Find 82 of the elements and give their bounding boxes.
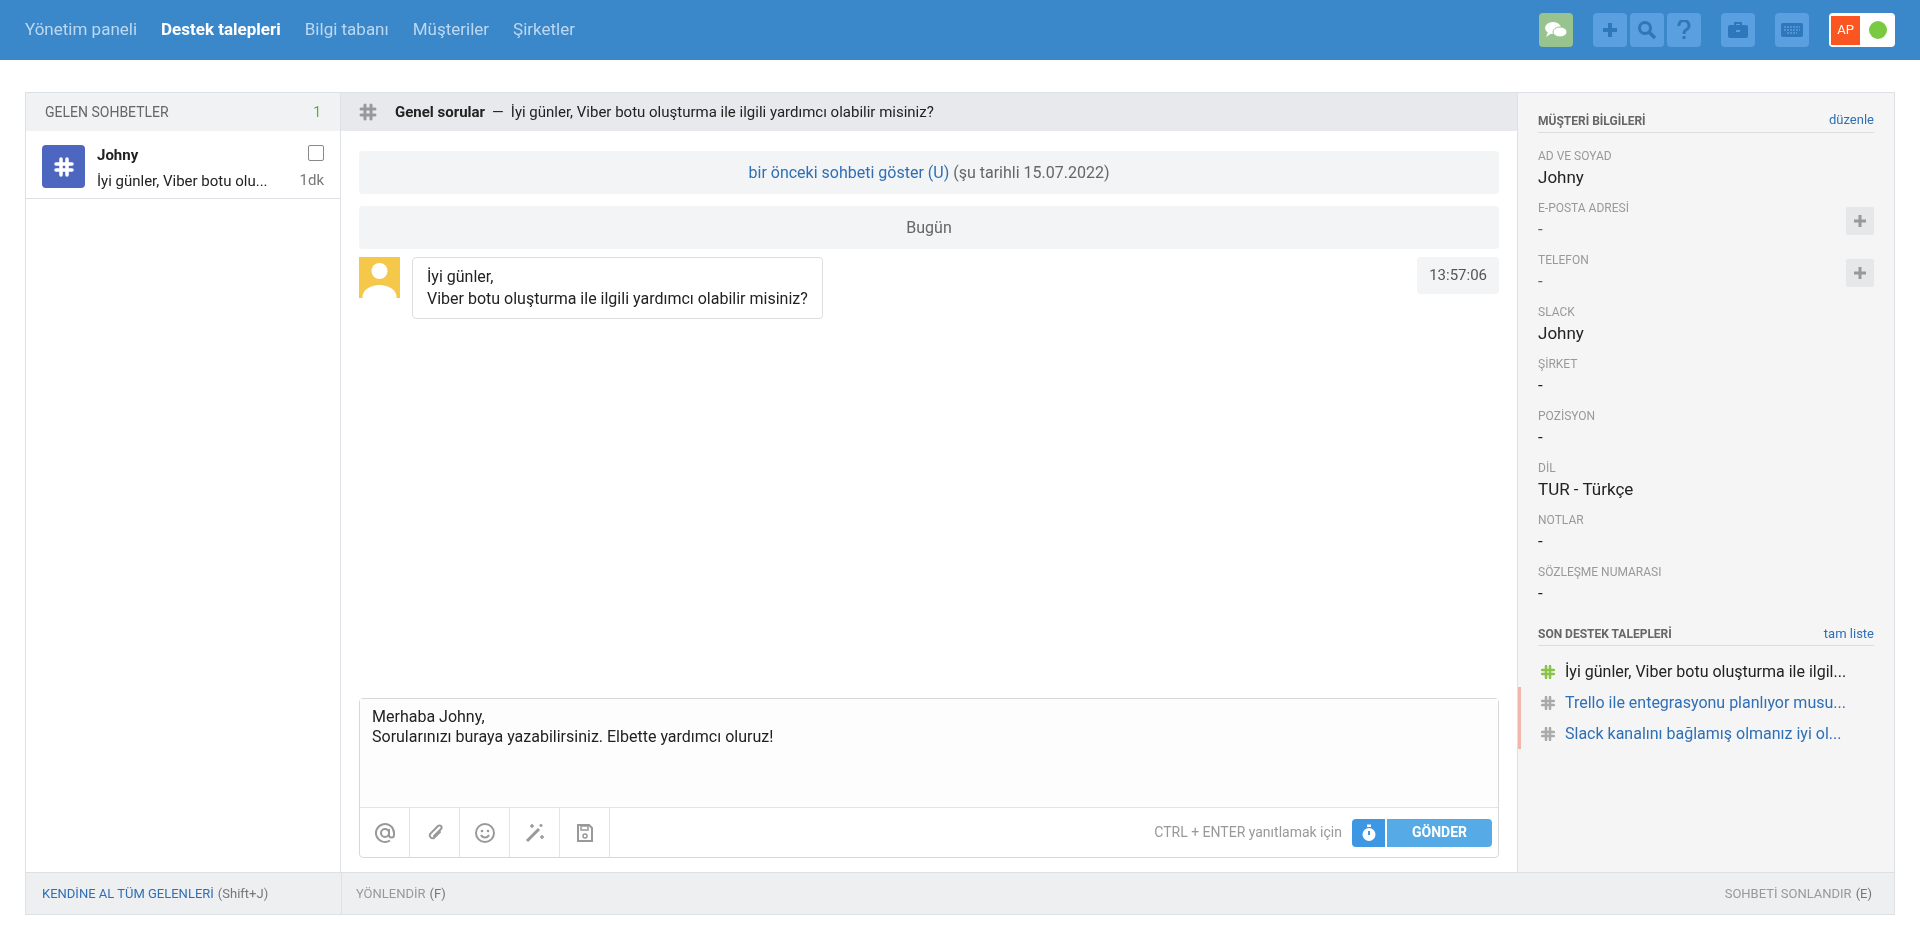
nav-tab[interactable]: Şirketler: [513, 17, 576, 43]
message-preview: İyi günler, Viber botu olu...: [97, 171, 269, 192]
section-title: SON DESTEK TALEPLERİ: [1538, 625, 1672, 643]
nav-tab[interactable]: Bilgi tabanı: [304, 17, 389, 43]
nav-tab[interactable]: Yönetim paneli: [25, 17, 138, 43]
shortcut-hint: (F): [429, 884, 446, 903]
user-avatar: [359, 257, 400, 298]
field-value: -: [1538, 425, 1544, 449]
smiley-icon: [473, 821, 496, 844]
message-bubble: İyi günler, Viber botu oluşturma ile ilgili yardımcı olabilir misiniz?: [412, 257, 823, 319]
field-label: DİL: [1538, 460, 1557, 476]
end-chat-link[interactable]: SOHBETİ SONLANDIR: [1724, 883, 1852, 904]
nav-tab[interactable]: Müşteriler: [412, 17, 490, 43]
field-value: -: [1538, 529, 1544, 553]
add-value-button[interactable]: [1846, 259, 1874, 287]
magic-wand-icon: [523, 821, 546, 844]
stopwatch-icon: [1360, 823, 1377, 842]
user-status-toggle[interactable]: AP: [1829, 13, 1895, 47]
take-all-chats-link[interactable]: KENDİNE AL TÜM GELENLERİ: [42, 883, 214, 904]
section-title: GELEN SOHBETLER: [45, 102, 169, 122]
search-button[interactable]: [1630, 13, 1664, 47]
hash-icon: [1541, 726, 1555, 741]
field-label: NOTLAR: [1538, 512, 1585, 528]
hash-icon: [1541, 664, 1555, 679]
plus-icon: [1853, 266, 1867, 280]
field-value: Johny: [1538, 165, 1585, 189]
add-value-button[interactable]: [1846, 207, 1874, 235]
shortcut-hint: (Shift+J): [217, 884, 269, 903]
recent-ticket[interactable]: Slack kanalını bağlamış olmanız iyi ol...: [1565, 721, 1842, 746]
hash-icon: [1541, 695, 1555, 710]
shortcut-hint: (E): [1855, 884, 1872, 903]
user-avatar: AP: [1831, 15, 1860, 45]
recent-ticket[interactable]: Trello ile entegrasyonu planlıyor musu...: [1565, 690, 1846, 715]
field-value: TUR - Türkçe: [1538, 477, 1635, 501]
send-shortcut-hint: CTRL + ENTER yanıtlamak için: [1154, 823, 1342, 842]
full-list-link[interactable]: tam liste: [1823, 623, 1874, 643]
save-icon: [574, 822, 595, 843]
previous-chat-date: (şu tarihli 15.07.2022): [953, 161, 1110, 184]
send-button[interactable]: GÖNDER: [1387, 818, 1492, 847]
field-label: SLACK: [1538, 304, 1576, 320]
edit-link[interactable]: düzenle: [1829, 110, 1874, 130]
field-value: -: [1538, 373, 1544, 397]
field-value: Johny: [1538, 321, 1585, 345]
field-value: -: [1538, 581, 1544, 605]
keyboard-icon: [1780, 22, 1804, 38]
hash-icon: [359, 103, 377, 121]
slack-avatar: [42, 145, 85, 188]
add-button[interactable]: [1593, 13, 1627, 47]
chat-count: 1: [313, 102, 321, 122]
field-label: ŞİRKET: [1538, 356, 1579, 372]
briefcase-button[interactable]: [1721, 13, 1755, 47]
field-label: POZİSYON: [1538, 408, 1597, 424]
time-ago: 1dk: [299, 170, 324, 191]
at-sign-icon: [373, 821, 396, 844]
nav-tab[interactable]: Destek talepleri: [161, 17, 281, 43]
field-label: SÖZLEŞME NUMARASI: [1538, 564, 1663, 580]
speech-bubbles-icon: [1544, 20, 1568, 40]
briefcase-icon: [1727, 21, 1749, 39]
contact-name: Johny: [97, 145, 140, 165]
field-value: -: [1538, 217, 1544, 241]
recent-ticket: İyi günler, Viber botu oluşturma ile ilgil...: [1565, 660, 1847, 683]
search-icon: [1637, 20, 1657, 40]
field-value: -: [1538, 269, 1544, 293]
timer-button[interactable]: [1352, 818, 1385, 847]
channel-name: Genel sorular: [395, 101, 486, 123]
plus-icon: [1853, 214, 1867, 228]
field-label: E-POSTA ADRESİ: [1538, 200, 1630, 216]
section-title: MÜŞTERİ BİLGİLERİ: [1538, 112, 1646, 130]
help-button[interactable]: [1667, 13, 1701, 47]
chats-button[interactable]: [1539, 13, 1573, 47]
keyboard-button[interactable]: [1775, 13, 1809, 47]
help-icon: [1677, 20, 1691, 40]
chat-subject: İyi günler, Viber botu oluşturma ile ilgili yardımcı olabilir misiniz?: [510, 101, 934, 123]
separator-dash: —: [492, 101, 504, 123]
reply-composer[interactable]: Merhaba Johny, Sorularınızı buraya yazabilirsiniz. Elbette yardımcı oluruz! CTRL + ENTER yanıtlamak için GÖNDER: [359, 698, 1499, 858]
plus-icon: [1601, 21, 1619, 39]
field-label: TELEFON: [1538, 252, 1590, 268]
message-time: 13:57:06: [1417, 257, 1499, 294]
field-label: AD VE SOYAD: [1538, 148, 1613, 164]
redirect-link[interactable]: YÖNLENDİR: [356, 883, 426, 904]
chat-checkbox[interactable]: [308, 145, 324, 161]
previous-chat-link[interactable]: bir önceki sohbeti göster (U): [748, 160, 950, 185]
